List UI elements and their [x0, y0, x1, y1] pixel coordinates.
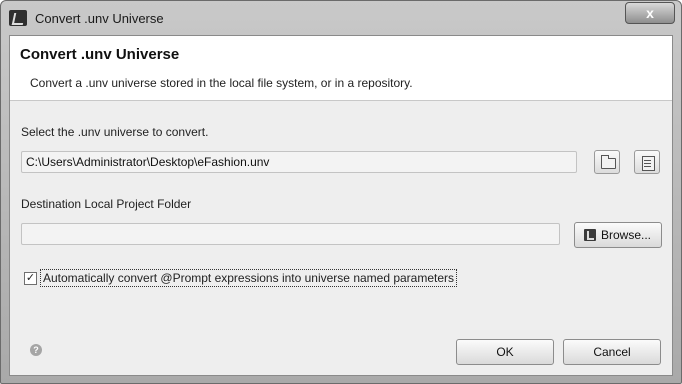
header-description: Convert a .unv universe stored in the lo… [30, 76, 413, 90]
app-icon [9, 10, 27, 26]
file-system-browse-button[interactable] [594, 150, 620, 174]
convert-prompt-label[interactable]: Automatically convert @Prompt expression… [40, 269, 458, 287]
close-button[interactable]: x [625, 2, 675, 24]
destination-label: Destination Local Project Folder [21, 197, 192, 211]
browse-label: Browse... [601, 228, 652, 242]
open-folder-icon [601, 155, 616, 169]
destination-folder-input[interactable] [21, 223, 560, 245]
source-path-input[interactable] [21, 151, 577, 173]
repository-browse-button[interactable] [634, 150, 660, 174]
convert-prompt-checkbox[interactable]: ✓ [24, 272, 37, 285]
window-title: Convert .unv Universe [35, 11, 164, 26]
browse-button[interactable]: Browse... [574, 222, 662, 248]
header-title: Convert .unv Universe [20, 46, 180, 63]
ok-button[interactable]: OK [456, 339, 554, 365]
browse-icon [584, 229, 596, 241]
title-bar[interactable]: Convert .unv Universe x [1, 1, 681, 35]
cancel-button[interactable]: Cancel [563, 339, 661, 365]
help-icon[interactable]: ? [30, 344, 42, 356]
dialog-header: Convert .unv Universe Convert a .unv uni… [10, 36, 672, 101]
source-label: Select the .unv universe to convert. [21, 125, 209, 139]
convert-unv-dialog: Convert .unv Universe x Convert .unv Uni… [0, 0, 682, 384]
dialog-body: Convert .unv Universe Convert a .unv uni… [9, 35, 673, 376]
repository-icon [642, 156, 655, 171]
